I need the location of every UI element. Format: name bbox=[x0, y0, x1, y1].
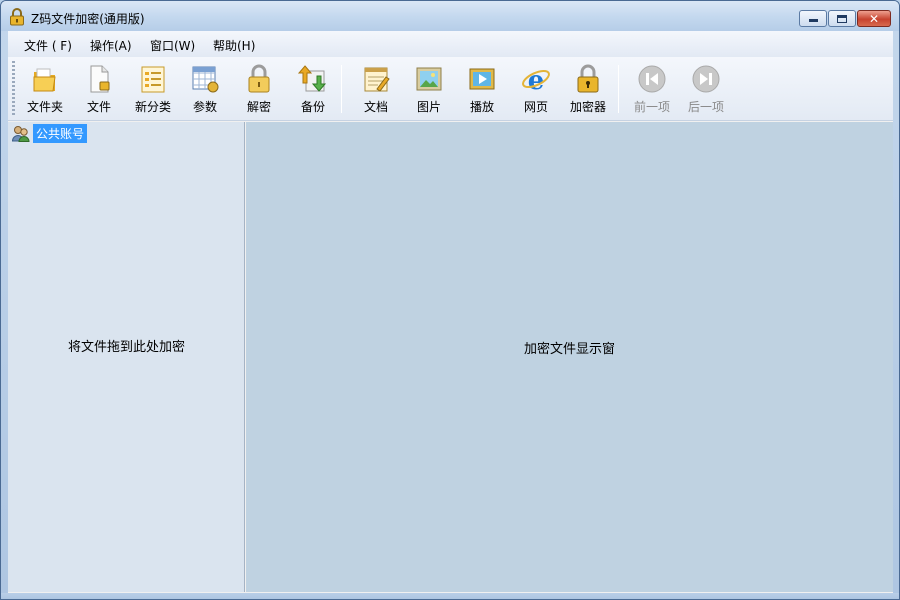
picture-label: 图片 bbox=[416, 100, 441, 114]
document-icon bbox=[364, 67, 390, 92]
picture-button[interactable]: 图片 bbox=[404, 61, 454, 117]
new-category-button[interactable]: 新分类 bbox=[128, 61, 178, 117]
decrypt-label: 解密 bbox=[246, 100, 271, 114]
webpage-label: 网页 bbox=[523, 100, 548, 114]
file-icon bbox=[90, 65, 110, 93]
menu-file[interactable]: 文件 ( F) bbox=[24, 37, 72, 54]
browser-icon: e bbox=[522, 66, 550, 95]
file-label: 文件 bbox=[86, 100, 111, 114]
previous-icon bbox=[638, 65, 666, 93]
list-icon bbox=[141, 66, 165, 93]
lock-app-icon bbox=[10, 8, 24, 26]
toolbar-separator bbox=[618, 65, 619, 113]
document-label: 文档 bbox=[363, 100, 388, 114]
next-label: 后一项 bbox=[687, 100, 724, 114]
title-bar[interactable]: Z码文件加密(通用版) ✕ bbox=[1, 1, 899, 31]
minimize-icon bbox=[808, 19, 818, 22]
toolbar: 文件夹 文件 新分类 参数 解密 备份 文档 图片 播放 e 网页 加密器 前一… bbox=[8, 57, 893, 121]
tree-item-public-account[interactable]: 公共账号 bbox=[12, 123, 88, 143]
display-hint-text: 加密文件显示窗 bbox=[523, 342, 615, 357]
close-icon: ✕ bbox=[868, 11, 880, 26]
prev-label: 前一项 bbox=[633, 100, 670, 114]
webpage-button[interactable]: e 网页 bbox=[511, 61, 561, 117]
encryptor-button[interactable]: 加密器 bbox=[563, 61, 613, 117]
caption-buttons: ✕ bbox=[799, 10, 891, 27]
drop-hint-text: 将文件拖到此处加密 bbox=[67, 340, 185, 355]
play-button[interactable]: 播放 bbox=[457, 61, 507, 117]
folder-icon bbox=[33, 68, 56, 92]
video-play-icon bbox=[469, 68, 495, 90]
maximize-button[interactable] bbox=[828, 10, 856, 27]
encrypted-files-pane[interactable]: 加密文件显示窗 bbox=[246, 122, 893, 592]
tree-root-label: 公共账号 bbox=[33, 123, 88, 143]
next-button[interactable]: 后一项 bbox=[681, 61, 731, 117]
menu-action[interactable]: 操作(A) bbox=[90, 37, 132, 54]
backup-button[interactable]: 备份 bbox=[288, 61, 338, 117]
menu-window[interactable]: 窗口(W) bbox=[150, 37, 195, 54]
decrypt-button[interactable]: 解密 bbox=[234, 61, 284, 117]
backup-label: 备份 bbox=[300, 100, 325, 114]
users-icon bbox=[12, 125, 30, 142]
unlock-icon bbox=[248, 64, 270, 93]
encryptor-label: 加密器 bbox=[569, 100, 606, 114]
window-bottom-border bbox=[1, 593, 899, 599]
params-button[interactable]: 参数 bbox=[180, 61, 230, 117]
window-title: Z码文件加密(通用版) bbox=[31, 12, 145, 26]
client-area: 文件 ( F) 操作(A) 窗口(W) 帮助(H) 文件夹 文件 新分类 参数 … bbox=[8, 31, 893, 593]
folder-label: 文件夹 bbox=[26, 100, 63, 114]
backup-icon bbox=[297, 65, 327, 92]
app-window: Z码文件加密(通用版) ✕ 文件 ( F) 操作(A) 窗口(W) 帮助(H) … bbox=[0, 0, 900, 600]
play-label: 播放 bbox=[469, 100, 494, 114]
menu-bar: 文件 ( F) 操作(A) 窗口(W) 帮助(H) bbox=[8, 31, 893, 57]
encrypt-drop-pane[interactable]: 公共账号 将文件拖到此处加密 bbox=[8, 122, 245, 592]
close-button[interactable]: ✕ bbox=[857, 10, 891, 27]
file-button[interactable]: 文件 bbox=[74, 61, 124, 117]
menu-help[interactable]: 帮助(H) bbox=[213, 37, 255, 54]
prev-button[interactable]: 前一项 bbox=[627, 61, 677, 117]
lock-icon bbox=[577, 64, 599, 93]
document-button[interactable]: 文档 bbox=[351, 61, 401, 117]
new-category-label: 新分类 bbox=[134, 100, 171, 114]
minimize-button[interactable] bbox=[799, 10, 827, 27]
maximize-icon bbox=[837, 14, 847, 23]
next-icon bbox=[692, 65, 720, 93]
picture-icon bbox=[416, 67, 442, 91]
folder-button[interactable]: 文件夹 bbox=[20, 61, 70, 117]
params-label: 参数 bbox=[192, 100, 217, 114]
toolbar-separator bbox=[341, 65, 342, 113]
toolbar-grip[interactable] bbox=[12, 61, 15, 117]
grid-settings-icon bbox=[192, 66, 219, 93]
